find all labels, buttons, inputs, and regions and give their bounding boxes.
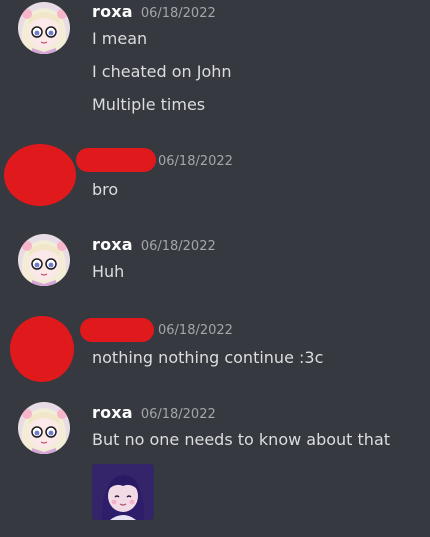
timestamp[interactable]: 06/18/2022 [158,154,233,169]
message-text: I mean [92,29,148,48]
message-text: But no one needs to know about that [92,430,391,449]
timestamp[interactable]: 06/18/2022 [141,239,216,254]
message-text: I cheated on John [92,62,232,81]
username[interactable]: roxa [92,2,133,21]
message-text: nothing nothing continue :3c [92,348,324,367]
message-text: Huh [92,262,125,281]
roxa-avatar-icon[interactable] [18,234,70,286]
message-header: roxa 06/18/2022 [92,235,216,254]
redacted-username [76,148,156,172]
message-text: bro [92,180,119,199]
chat-messages: roxa 06/18/2022 I mean I cheated on John … [0,0,430,537]
roxa-avatar-icon[interactable] [18,2,70,54]
redacted-username [80,318,154,342]
redacted-avatar [10,316,74,382]
message-group-roxa-1: roxa 06/18/2022 I mean I cheated on John … [0,0,430,125]
image-attachment[interactable] [92,464,154,520]
timestamp[interactable]: 06/18/2022 [158,323,233,338]
message-group-redacted-2: 06/18/2022 nothing nothing continue :3c [0,312,430,384]
message-group-redacted-1: 06/18/2022 bro [0,140,430,210]
message-header: roxa 06/18/2022 [92,2,216,21]
timestamp[interactable]: 06/18/2022 [141,407,216,422]
username[interactable]: roxa [92,403,133,422]
username[interactable]: roxa [92,235,133,254]
timestamp[interactable]: 06/18/2022 [141,6,216,21]
roxa-avatar-icon[interactable] [18,402,70,454]
message-header: roxa 06/18/2022 [92,403,216,422]
message-text: Multiple times [92,95,206,114]
redacted-avatar [4,144,76,206]
message-group-roxa-3: roxa 06/18/2022 But no one needs to know … [0,398,430,528]
message-group-roxa-2: roxa 06/18/2022 Huh [0,232,430,292]
